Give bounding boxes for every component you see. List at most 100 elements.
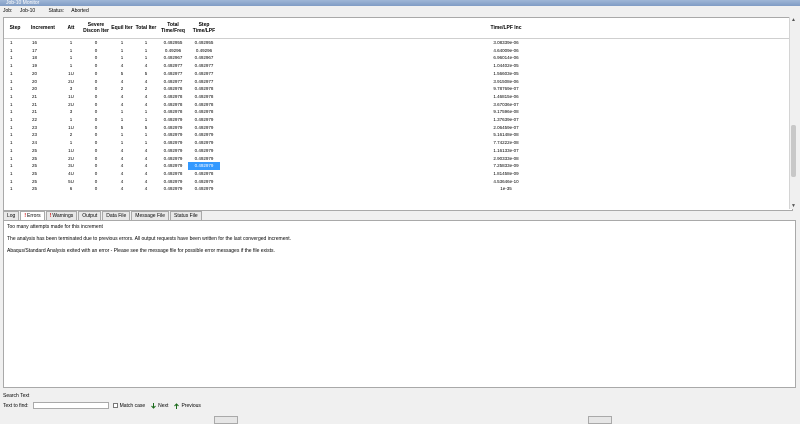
table-row[interactable]: 1 21 2U 0 4 4 0.492978 0.492978 3.67036e-07: [4, 101, 792, 109]
table-cell: 2.06459e-07: [493, 124, 519, 130]
table-cell: 1: [144, 55, 148, 61]
tab-label: Errors: [27, 213, 41, 219]
table-row[interactable]: 1 25 6 0 4 4 0.492979 0.492979 1e-35: [4, 185, 792, 193]
table-cell: 1: [10, 40, 13, 45]
table-cell: 1: [144, 140, 148, 146]
column-header[interactable]: Step: [4, 18, 26, 39]
table-cell: 25: [32, 170, 38, 176]
table-cell: 1e-35: [500, 186, 512, 192]
table-cell: 7.25833e-09: [493, 163, 519, 169]
column-header[interactable]: Severe Discon Iter: [82, 18, 110, 39]
table-cell: 25: [32, 178, 38, 184]
tab-errors[interactable]: !Errors: [20, 211, 45, 220]
table-cell: 21: [32, 101, 38, 107]
table-cell: 7.74222e-08: [493, 140, 519, 146]
table-cell: 0.492979: [163, 147, 183, 153]
table-cell: 1: [10, 78, 13, 84]
table-row[interactable]: 1 23 1U 0 5 5 0.492979 0.492979 2.06459e-07: [4, 124, 792, 132]
scroll-up-arrow-icon[interactable]: ▲: [790, 17, 797, 23]
table-cell: 0: [94, 186, 98, 192]
table-row[interactable]: 1 16 1 0 1 1 0.492955 0.492955 3.08339e-06: [4, 39, 792, 47]
table-cell: 4: [144, 186, 148, 192]
table-cell: 0: [94, 147, 98, 153]
table-row[interactable]: 1 21 3 0 1 1 0.492978 0.492978 9.17596e-08: [4, 108, 792, 116]
tab-status-file[interactable]: Status File: [170, 211, 202, 220]
table-cell: 5: [144, 70, 148, 76]
table-cell: 1: [69, 63, 73, 69]
table-cell: 1: [10, 117, 13, 123]
tab-message-file[interactable]: Message File: [131, 211, 170, 220]
table-cell: 1: [69, 55, 73, 61]
job-label-text: Job:: [3, 8, 13, 14]
column-header[interactable]: Total Time/Freq: [158, 18, 188, 39]
table-cell: 16: [32, 40, 38, 45]
table-cell: 1: [10, 86, 13, 92]
match-case-checkbox[interactable]: [112, 403, 118, 408]
column-header[interactable]: Att: [60, 18, 82, 39]
table-body: 1 16 1 0 1 1 0.492955 0.492955 3.08339e-06 1 17 1 0 1…: [4, 39, 792, 194]
table-cell: 0.492979: [188, 162, 220, 170]
table-cell: 4U: [68, 170, 74, 176]
column-header[interactable]: Equil Iter: [110, 18, 134, 39]
increment-table[interactable]: Step Increment Att Severe Discon Iter Equil …: [3, 17, 793, 211]
tab-data-file[interactable]: Data File: [102, 211, 131, 220]
table-row[interactable]: 1 25 5U 0 4 4 0.492979 0.492979 4.53646e-10: [4, 178, 792, 186]
status-value: Aborted: [71, 8, 89, 14]
table-cell: 0.492979: [163, 140, 183, 146]
table-cell: 1: [120, 40, 124, 45]
table-cell: 1: [10, 132, 13, 138]
action-button[interactable]: [214, 416, 238, 424]
table-row[interactable]: 1 20 3 0 2 2 0.492978 0.492978 9.78769e-07: [4, 85, 792, 93]
table-cell: 0.492979: [194, 147, 214, 153]
table-cell: 2U: [68, 155, 74, 161]
table-row[interactable]: 1 25 1U 0 4 4 0.492979 0.492979 1.16133e-07: [4, 147, 792, 155]
table-cell: 0.492967: [163, 55, 183, 61]
table-row[interactable]: 1 23 2 0 1 1 0.492979 0.492979 5.16148e-08: [4, 131, 792, 139]
table-row[interactable]: 1 24 1 0 1 1 0.492979 0.492979 7.74222e-08: [4, 139, 792, 147]
table-row[interactable]: 1 22 1 0 1 1 0.492979 0.492979 1.37639e-07: [4, 116, 792, 124]
tab-log[interactable]: Log: [3, 211, 20, 220]
previous-button[interactable]: Previous: [174, 403, 201, 409]
table-row[interactable]: 1 20 1U 0 5 5 0.492977 0.492977 1.56603e-05: [4, 70, 792, 78]
column-header[interactable]: Time/LPF Inc: [220, 18, 792, 39]
scrollbar-thumb[interactable]: [791, 125, 796, 177]
table-cell: 0.492978: [163, 86, 183, 92]
table-cell: 0: [94, 155, 98, 161]
table-cell: 4: [120, 170, 124, 176]
table-cell: 1: [10, 70, 13, 76]
table-row[interactable]: 1 25 4U 0 4 4 0.492978 0.492978 1.81458e-09: [4, 170, 792, 178]
dismiss-button[interactable]: [588, 416, 612, 424]
table-row[interactable]: 1 25 2U 0 4 4 0.492979 0.492979 2.90333e-08: [4, 155, 792, 163]
table-cell: 1: [120, 55, 124, 61]
table-row[interactable]: 1 18 1 0 1 1 0.492967 0.492967 6.96014e-06: [4, 54, 792, 62]
table-cell: 0.492979: [163, 132, 183, 138]
tab-output[interactable]: Output: [78, 211, 102, 220]
column-header[interactable]: Total Iter: [134, 18, 158, 39]
table-cell: 0.492979: [194, 186, 214, 192]
scroll-down-arrow-icon[interactable]: ▼: [790, 203, 797, 209]
next-button[interactable]: Next: [151, 402, 168, 409]
table-row[interactable]: 1 25 3U 0 4 4 0.492979 0.492979 7.25833e-09: [4, 162, 792, 170]
table-cell: 9.17596e-08: [493, 109, 519, 115]
table-row[interactable]: 1 19 1 0 4 4 0.492977 0.492977 1.04402e-05: [4, 62, 792, 70]
table-cell: 24: [32, 140, 38, 146]
errors-message-panel[interactable]: Too many attempts made for this incremen…: [3, 220, 796, 388]
find-input[interactable]: [32, 402, 109, 409]
table-row[interactable]: 1 21 1U 0 4 4 0.492978 0.492978 1.46815e-06: [4, 93, 792, 101]
table-cell: 23: [32, 132, 38, 138]
tab-warnings[interactable]: !Warnings: [45, 211, 78, 220]
tab-label: Output: [82, 213, 98, 219]
table-cell: 0.492967: [194, 55, 214, 61]
table-cell: 0.492979: [194, 155, 214, 161]
column-header[interactable]: Step Time/LPF: [188, 18, 220, 39]
column-header[interactable]: Increment: [26, 18, 60, 39]
table-cell: 1.46815e-06: [493, 93, 519, 99]
table-row[interactable]: 1 20 2U 0 4 4 0.492977 0.492977 3.91508e-06: [4, 78, 792, 86]
table-cell: 9.78769e-07: [493, 86, 519, 92]
table-row[interactable]: 1 17 1 0 1 1 0.49296 0.49296 4.64009e-06: [4, 47, 792, 55]
table-cell: 0.492978: [194, 86, 214, 92]
table-cell: 1: [10, 101, 13, 107]
table-vertical-scrollbar[interactable]: ▲ ▼: [789, 17, 797, 209]
table-cell: 4: [120, 101, 124, 107]
table-cell: 4: [144, 147, 148, 153]
